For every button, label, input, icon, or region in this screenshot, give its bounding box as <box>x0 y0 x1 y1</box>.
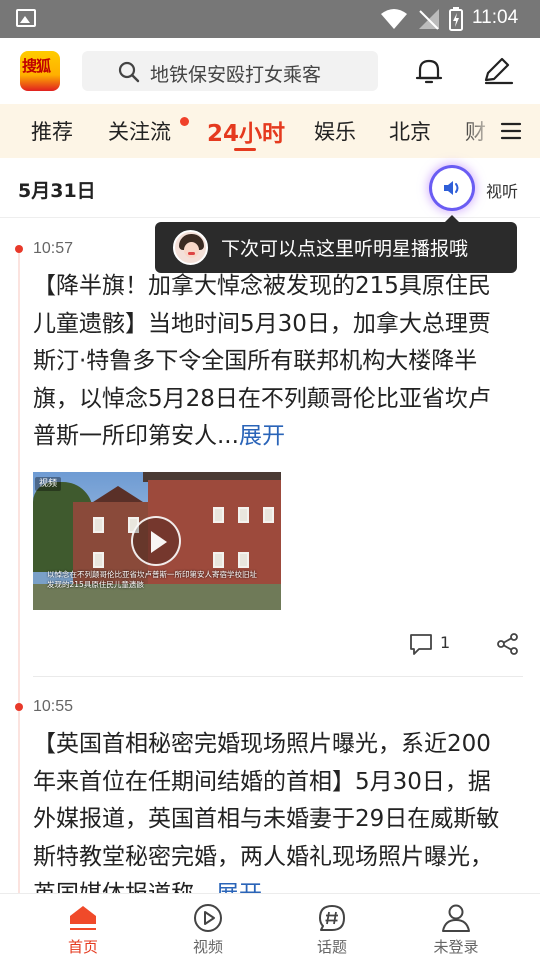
video-play-icon <box>194 904 222 932</box>
tab-recommend[interactable]: 推荐 <box>31 116 73 146</box>
hashtag-icon <box>319 905 345 931</box>
no-signal-icon <box>419 9 439 30</box>
item-timestamp: 10:55 <box>33 698 74 715</box>
edit-icon[interactable] <box>482 56 514 86</box>
nav-video-label: 视频 <box>192 938 223 956</box>
avatar <box>173 230 208 265</box>
bottom-navigation: 首页 视频 话题 未登录 <box>0 893 540 960</box>
expand-link[interactable]: 展开 <box>239 423 285 449</box>
nav-login-label: 未登录 <box>433 938 479 956</box>
tab-following[interactable]: 关注流 <box>108 116 171 146</box>
news-item-text[interactable]: 【英国首相秘密完婚现场照片曝光，系近200年来首位在任期间结婚的首相】5月30日… <box>33 726 513 893</box>
video-thumbnail[interactable]: 视频 以悼念在不列颠哥伦比亚省坎卢普斯一所印第安人寄宿学校旧址发现的215具原住… <box>33 472 281 610</box>
news-item-body: 【英国首相秘密完婚现场照片曝光，系近200年来首位在任期间结婚的首相】5月30日… <box>33 731 500 893</box>
listen-tooltip[interactable]: 下次可以点这里听明星播报哦 <box>155 215 517 273</box>
nav-login[interactable]: 未登录 <box>406 894 506 960</box>
nav-topics[interactable]: 话题 <box>282 894 382 960</box>
user-icon <box>442 904 470 932</box>
timeline-dot <box>15 245 23 253</box>
listen-button[interactable] <box>432 168 472 208</box>
item-divider <box>33 676 523 677</box>
search-placeholder: 地铁保安殴打女乘客 <box>150 64 322 86</box>
logo-text: 搜狐 <box>22 57 51 75</box>
video-badge: 视频 <box>35 477 62 491</box>
status-bar: 11:04 <box>0 0 540 38</box>
new-content-dot <box>180 117 189 126</box>
item-timestamp: 10:57 <box>33 240 74 257</box>
tab-entertainment[interactable]: 娱乐 <box>314 116 356 146</box>
bell-icon[interactable] <box>414 56 444 86</box>
clock-time: 11:04 <box>472 7 519 28</box>
comment-count: 1 <box>440 633 451 652</box>
date-label: 5月31日 <box>18 180 96 202</box>
image-notification-icon <box>16 9 36 27</box>
search-bar[interactable]: 地铁保安殴打女乘客 <box>82 51 378 91</box>
play-icon[interactable] <box>131 516 181 566</box>
listen-label[interactable]: 视听 <box>486 178 518 202</box>
tab-beijing[interactable]: 北京 <box>389 116 431 146</box>
menu-icon[interactable] <box>500 120 522 142</box>
home-icon <box>70 906 96 930</box>
timeline-line <box>18 248 20 893</box>
app-header: 搜狐 地铁保安殴打女乘客 <box>0 38 540 104</box>
nav-home-label: 首页 <box>67 938 98 956</box>
nav-topics-label: 话题 <box>316 938 347 956</box>
speaker-icon <box>444 181 459 195</box>
video-caption: 以悼念在不列颠哥伦比亚省坎卢普斯一所印第安人寄宿学校旧址发现的215具原住民儿童… <box>47 570 257 589</box>
tooltip-text: 下次可以点这里听明星播报哦 <box>221 238 469 260</box>
expand-link[interactable]: 展开 <box>216 881 262 893</box>
channel-tabs: 推荐 关注流 24小时 娱乐 北京 财 <box>0 104 540 158</box>
comment-icon[interactable] <box>408 632 434 656</box>
wifi-icon <box>381 9 407 29</box>
nav-video[interactable]: 视频 <box>158 894 258 960</box>
battery-charging-icon <box>449 7 463 31</box>
tab-24h[interactable]: 24小时 <box>207 114 285 148</box>
sohu-logo[interactable]: 搜狐 <box>20 51 60 91</box>
search-icon <box>118 61 140 83</box>
active-tab-indicator <box>234 148 256 151</box>
timeline-dot <box>15 703 23 711</box>
nav-home[interactable]: 首页 <box>33 894 133 960</box>
share-icon[interactable] <box>496 632 520 656</box>
news-item-text[interactable]: 【降半旗！加拿大悼念被发现的215具原住民儿童遗骸】当地时间5月30日，加拿大总… <box>33 268 513 458</box>
